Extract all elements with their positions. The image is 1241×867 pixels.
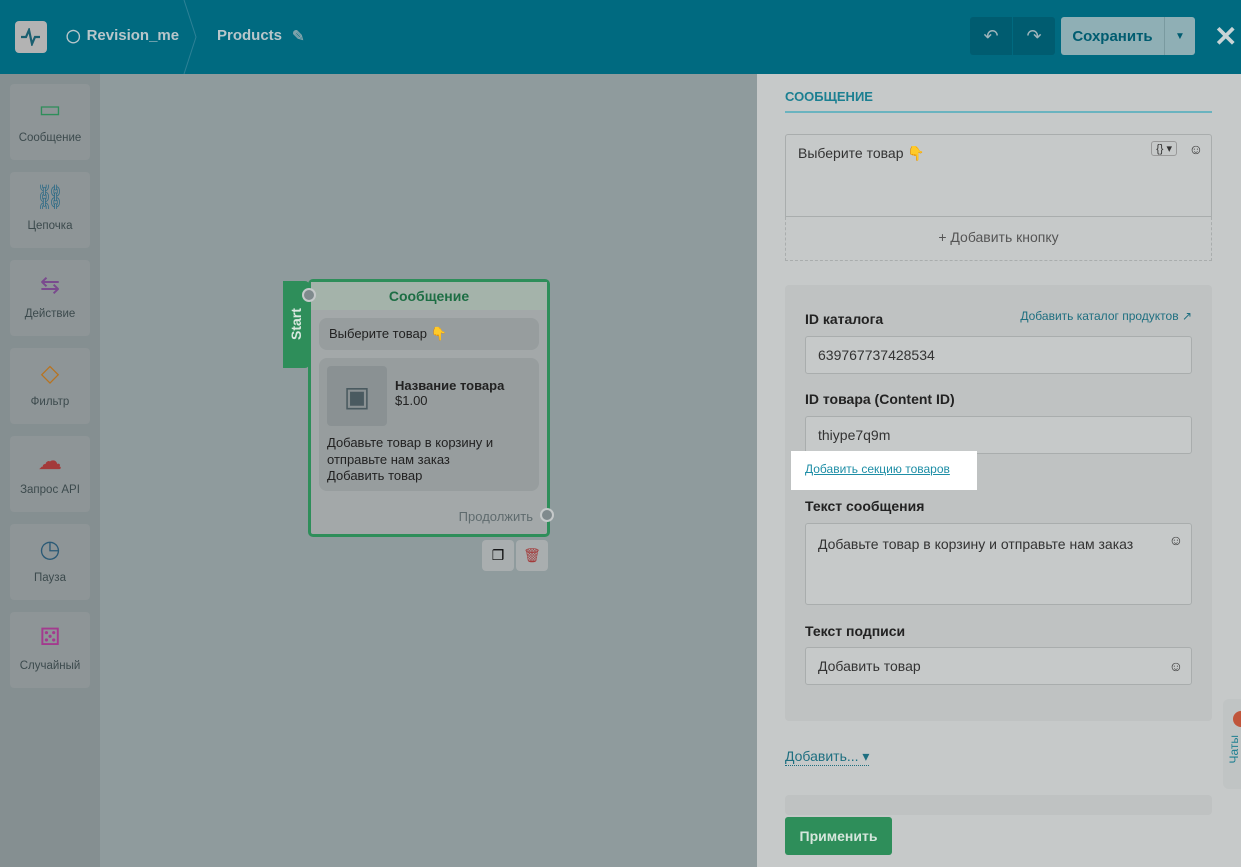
emoji-icon[interactable]: ☺ bbox=[1169, 530, 1183, 551]
top-bar: ◯ Revision_me Products ✎ ↶ ↷ Сохранить ▼ ✕ bbox=[0, 0, 1241, 74]
continue-label: Продолжить bbox=[458, 509, 533, 524]
copy-icon: ❐ bbox=[491, 547, 505, 563]
apply-button[interactable]: Применить bbox=[785, 817, 892, 855]
chat-badge bbox=[1233, 711, 1241, 727]
add-section-highlight: Добавить секцию товаров bbox=[791, 451, 977, 490]
message-node[interactable]: Сообщение Выберите товар 👇 ▣ Название то… bbox=[308, 279, 550, 537]
node-title: Сообщение bbox=[311, 282, 547, 310]
product-id-label: ID товара (Content ID) bbox=[805, 391, 955, 407]
redo-button[interactable]: ↷ bbox=[1013, 17, 1055, 55]
tool-action[interactable]: ⇆ Действие bbox=[10, 260, 90, 336]
message-icon: ▭ bbox=[38, 96, 62, 123]
external-link-icon: ↗ bbox=[1181, 309, 1192, 323]
message-text-input[interactable]: Добавьте товар в корзину и отправьте нам… bbox=[805, 523, 1192, 605]
product-price: $1.00 bbox=[395, 393, 428, 408]
text-label: Текст сообщения bbox=[805, 498, 925, 514]
chain-icon: ⛓ bbox=[34, 184, 66, 211]
save-button[interactable]: Сохранить bbox=[1061, 17, 1164, 55]
tool-api[interactable]: ☁ Запрос API bbox=[10, 436, 90, 512]
undo-button[interactable]: ↶ bbox=[970, 17, 1012, 55]
pencil-icon[interactable]: ✎ bbox=[292, 27, 305, 45]
product-name: Название товара bbox=[395, 378, 505, 393]
action-icon: ⇆ bbox=[39, 272, 61, 299]
tool-message[interactable]: ▭ Сообщение bbox=[10, 84, 90, 160]
product-caption: Добавить товар bbox=[327, 468, 423, 483]
trash-icon: 🗑 bbox=[523, 547, 541, 563]
section-title: СООБЩЕНИЕ bbox=[785, 89, 873, 104]
add-more-dropdown[interactable]: Добавить... ▾ bbox=[785, 748, 870, 766]
caption-label: Текст подписи bbox=[805, 623, 906, 639]
app-logo[interactable] bbox=[15, 21, 47, 53]
tool-chain[interactable]: ⛓ Цепочка bbox=[10, 172, 90, 248]
close-button[interactable]: ✕ bbox=[1214, 20, 1237, 53]
catalog-id-input[interactable]: 639767737428534 bbox=[805, 336, 1192, 374]
product-card: ▣ Название товара $1.00 Добавьте товар в … bbox=[319, 358, 539, 491]
product-description: Добавьте товар в корзину и отправьте нам… bbox=[327, 435, 494, 467]
product-settings-card: ID каталога Добавить каталог продуктов ↗… bbox=[785, 285, 1212, 721]
variables-dropdown[interactable]: {} ▾ bbox=[1151, 141, 1177, 156]
tool-pause[interactable]: ◷ Пауза bbox=[10, 524, 90, 600]
api-icon: ☁ bbox=[38, 448, 62, 475]
emoji-icon[interactable]: ☺ bbox=[1169, 648, 1183, 684]
tool-random[interactable]: ⚄ Случайный bbox=[10, 612, 90, 688]
filter-icon: ◇ bbox=[40, 360, 60, 387]
whatsapp-icon: ◯ bbox=[66, 27, 81, 43]
bot-name[interactable]: ◯ Revision_me bbox=[66, 27, 179, 44]
add-section-link[interactable]: Добавить секцию товаров bbox=[805, 462, 950, 476]
output-port[interactable] bbox=[540, 508, 554, 522]
breadcrumb-separator bbox=[183, 0, 197, 74]
add-button-button[interactable]: + Добавить кнопку bbox=[785, 217, 1212, 261]
node-text: Выберите товар 👇 bbox=[319, 318, 539, 350]
box-icon: ▣ bbox=[327, 366, 387, 426]
message-textarea[interactable]: Выберите товар 👇 {} ▾ ☺ bbox=[785, 134, 1212, 217]
input-port[interactable] bbox=[302, 288, 316, 302]
add-catalog-link[interactable]: Добавить каталог продуктов ↗ bbox=[1020, 309, 1192, 323]
save-dropdown-button[interactable]: ▼ bbox=[1164, 17, 1195, 55]
product-id-input[interactable]: thiype7q9m bbox=[805, 416, 1192, 454]
tool-sidebar: ▭ Сообщение ⛓ Цепочка ⇆ Действие ◇ Фильтр ☁ З… bbox=[0, 74, 100, 867]
catalog-label: ID каталога bbox=[805, 311, 884, 327]
delete-node-button[interactable]: 🗑 bbox=[516, 540, 548, 571]
chats-tab[interactable]: Чаты bbox=[1223, 699, 1241, 789]
timer-icon: ◷ bbox=[39, 536, 61, 563]
tool-filter[interactable]: ◇ Фильтр bbox=[10, 348, 90, 424]
next-card bbox=[785, 795, 1212, 815]
flow-name[interactable]: Products ✎ bbox=[217, 27, 305, 45]
divider bbox=[785, 111, 1212, 113]
caption-input[interactable]: Добавить товар ☺ bbox=[805, 647, 1192, 685]
emoji-icon[interactable]: ☺ bbox=[1189, 141, 1203, 157]
dice-icon: ⚄ bbox=[39, 624, 61, 651]
copy-node-button[interactable]: ❐ bbox=[482, 540, 514, 571]
